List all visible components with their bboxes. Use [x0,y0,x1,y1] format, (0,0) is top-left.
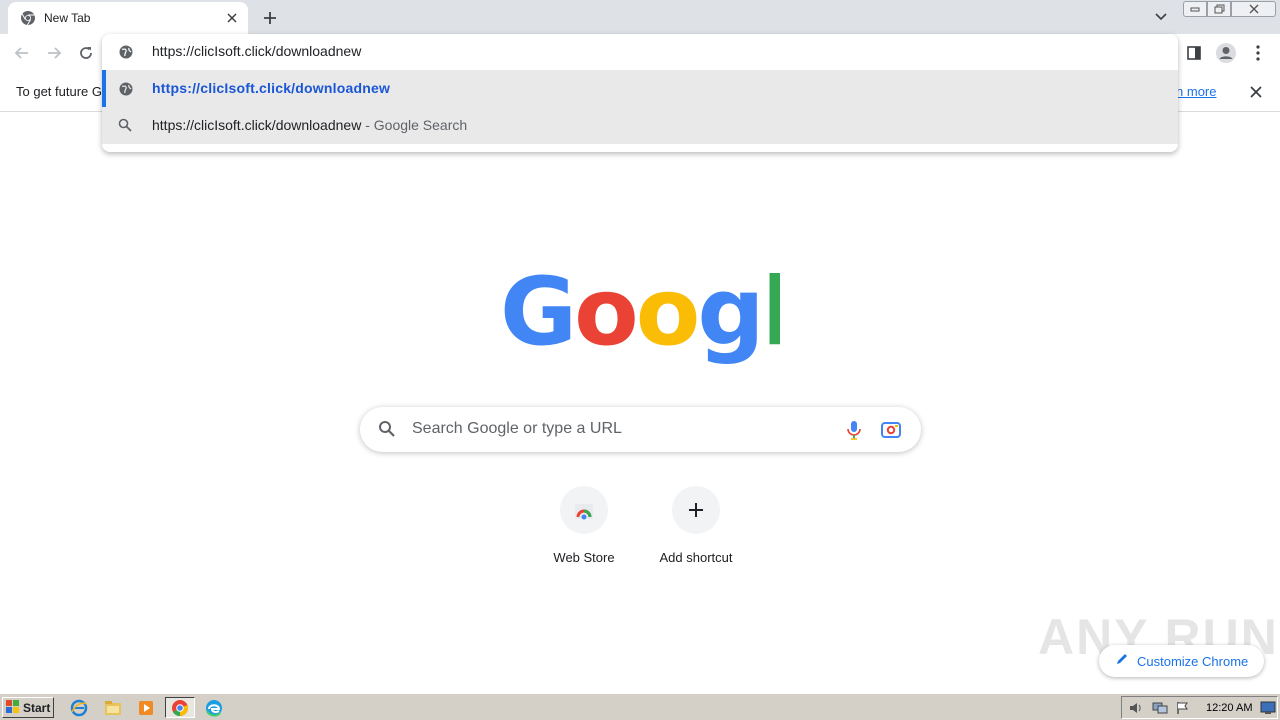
svg-text:Google: Google [500,262,780,367]
web-store-icon [560,486,608,534]
suggestion-text: https://clicIsoft.click/downloadnew [152,80,391,96]
pencil-icon [1115,652,1129,671]
google-logo: Google [500,258,855,372]
search-icon [378,420,396,443]
omnibox-suggestion-url[interactable]: https://clicIsoft.click/downloadnew [102,70,1178,107]
shortcut-add[interactable]: Add shortcut [640,484,752,574]
customize-chrome-label: Customize Chrome [1137,653,1249,669]
speaker-icon[interactable] [1128,701,1144,715]
window-restore-button[interactable] [1207,1,1231,17]
ntp-search-input[interactable] [412,420,832,438]
shortcut-label: Web Store [553,550,615,565]
globe-icon [118,44,134,65]
windows-flag-icon [6,699,20,716]
omnibox-suggestion-search[interactable]: https://clicIsoft.click/downloadnew - Go… [102,107,1178,144]
taskbar-edge-icon[interactable] [199,697,229,718]
network-icon[interactable] [1152,701,1168,715]
omnibox[interactable] [102,34,1178,70]
omnibox-dropdown: https://clicIsoft.click/downloadnew http… [102,34,1178,152]
start-button[interactable]: Start [2,697,54,718]
flag-icon[interactable] [1176,701,1192,715]
close-tab-icon[interactable] [224,10,240,26]
tab-new-tab[interactable]: New Tab [8,2,248,34]
shortcut-web-store[interactable]: Web Store [528,484,640,574]
new-tab-button[interactable] [258,6,282,30]
show-desktop-icon[interactable] [1260,701,1276,715]
taskbar-clock: 12:20 AM [1206,702,1253,714]
google-lens-icon[interactable] [880,419,902,446]
system-tray: 12:20 AM [1121,696,1278,719]
chrome-icon [20,10,36,26]
shortcut-label: Add shortcut [659,550,733,565]
tab-strip: New Tab [0,0,1280,34]
microphone-icon[interactable] [844,419,864,446]
search-icon [118,118,134,134]
start-label: Start [23,700,51,715]
globe-icon [118,81,134,97]
tab-search-chevron-icon[interactable] [1150,6,1172,28]
reload-button[interactable] [74,41,98,65]
taskbar-media-player-icon[interactable] [131,697,161,718]
close-infobar-icon[interactable] [1247,83,1265,101]
taskbar-ie-icon[interactable] [64,697,94,718]
ntp-search-box[interactable] [360,407,921,452]
forward-button[interactable] [42,41,66,65]
window-minimize-button[interactable] [1183,1,1207,17]
plus-icon [672,486,720,534]
taskbar-explorer-icon[interactable] [98,697,128,718]
suggestion-suffix: - Google Search [361,117,468,133]
back-button[interactable] [10,41,34,65]
side-panel-icon[interactable] [1182,41,1206,65]
omnibox-input[interactable] [152,43,1052,59]
window-close-button[interactable] [1231,1,1276,17]
taskbar: Start 12:20 AM [0,693,1280,720]
customize-chrome-button[interactable]: Customize Chrome [1099,645,1264,677]
info-bar-text: To get future G [16,84,102,99]
taskbar-chrome-icon[interactable] [165,697,195,718]
profile-avatar-icon[interactable] [1214,41,1238,65]
selected-indicator [102,70,106,107]
menu-kebab-icon[interactable] [1246,41,1270,65]
suggestion-text: https://clicIsoft.click/downloadnew [152,117,362,133]
tab-title: New Tab [44,11,91,25]
